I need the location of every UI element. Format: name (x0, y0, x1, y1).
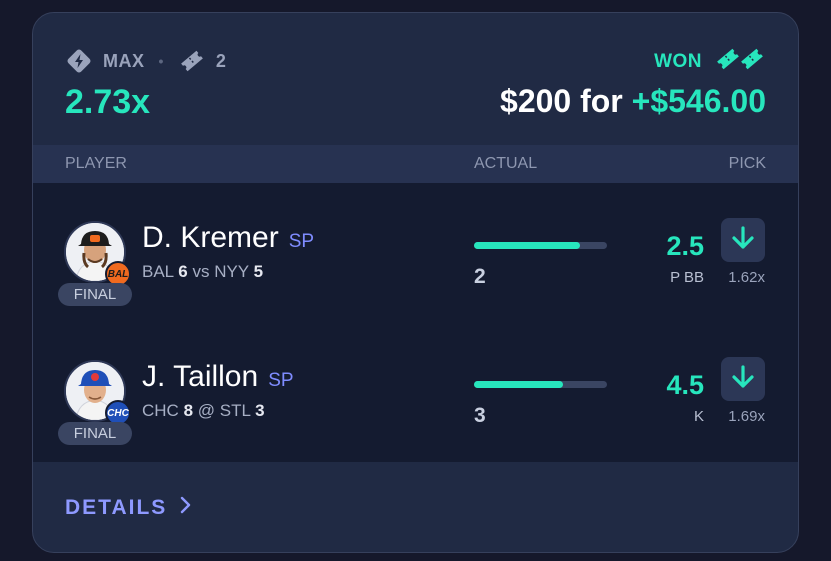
result-label: WON (654, 51, 702, 72)
entry-meta: MAX • 2 (65, 47, 226, 75)
entry-header: MAX • 2 2.73x WON $200 for +$546.00 (33, 13, 798, 145)
tickets-icon (714, 45, 766, 79)
player-position: SP (268, 370, 294, 391)
actual-value: 3 (474, 404, 486, 427)
stat-type: P BB (670, 269, 704, 286)
ticket-count: 2 (215, 50, 227, 71)
under-pick-button[interactable] (721, 218, 765, 262)
actual-value: 2 (474, 265, 486, 288)
pick-line: 4.5 (666, 370, 704, 400)
player-name-line: D. Kremer SP (142, 221, 314, 255)
team-abbr: BAL (142, 262, 174, 281)
matchup-separator: @ (197, 401, 216, 420)
arrow-down-icon (730, 364, 756, 395)
player-name[interactable]: J. Taillon (142, 360, 258, 394)
column-header-player: PLAYER (65, 155, 127, 172)
pick-multiplier: 1.62x (728, 269, 765, 286)
chevron-right-icon (179, 495, 193, 521)
game-status-badge: FINAL (58, 422, 132, 445)
pick-line: 2.5 (666, 231, 704, 261)
details-label: DETAILS (65, 496, 168, 519)
stat-type: K (693, 408, 704, 425)
opponent-score: 5 (253, 262, 264, 281)
team-score: 8 (183, 401, 194, 420)
pick-row[interactable]: BAL FINAL D. Kremer SP BAL 6 vs NYY 5 2 … (33, 183, 798, 322)
progress-bar (474, 381, 607, 388)
opponent-abbr: NYY (214, 262, 249, 281)
progress-fill (474, 381, 564, 388)
player-name-line: J. Taillon SP (142, 360, 294, 394)
winnings-amount: +$546.00 (631, 83, 766, 119)
ticket-icon (178, 47, 206, 75)
under-pick-button[interactable] (721, 357, 765, 401)
progress-fill (474, 242, 581, 249)
arrow-down-icon (730, 225, 756, 256)
payout-multiplier: 2.73x (65, 83, 151, 121)
team-abbr: CHC (142, 401, 179, 420)
team-score: 6 (178, 262, 188, 281)
lightning-diamond-icon (65, 47, 93, 75)
opponent-score: 3 (255, 401, 265, 420)
progress-bar (474, 242, 607, 249)
stake-text: $200 for (500, 83, 632, 119)
game-status-badge: FINAL (58, 283, 132, 306)
column-header-actual: ACTUAL (474, 155, 538, 172)
player-name[interactable]: D. Kremer (142, 221, 279, 255)
card-footer: DETAILS (33, 462, 798, 552)
result-status: WON (654, 45, 766, 79)
pick-multiplier: 1.69x (728, 408, 765, 425)
picks-list: BAL FINAL D. Kremer SP BAL 6 vs NYY 5 2 … (33, 183, 798, 462)
opponent-abbr: STL (219, 401, 251, 420)
game-matchup: BAL 6 vs NYY 5 (142, 262, 263, 282)
table-header: PLAYER ACTUAL PICK (33, 145, 798, 183)
entry-card: MAX • 2 2.73x WON $200 for +$546.00 PLAY… (32, 12, 799, 553)
pick-row[interactable]: CHC FINAL J. Taillon SP CHC 8 @ STL 3 3 … (33, 322, 798, 461)
column-header-pick: PICK (728, 155, 766, 172)
details-link[interactable]: DETAILS (65, 495, 193, 521)
matchup-separator: vs (192, 262, 210, 281)
player-position: SP (288, 231, 315, 252)
payout-summary: $200 for +$546.00 (500, 83, 766, 120)
separator-dot: • (158, 53, 164, 69)
mode-label: MAX (103, 50, 145, 71)
game-matchup: CHC 8 @ STL 3 (142, 401, 265, 421)
